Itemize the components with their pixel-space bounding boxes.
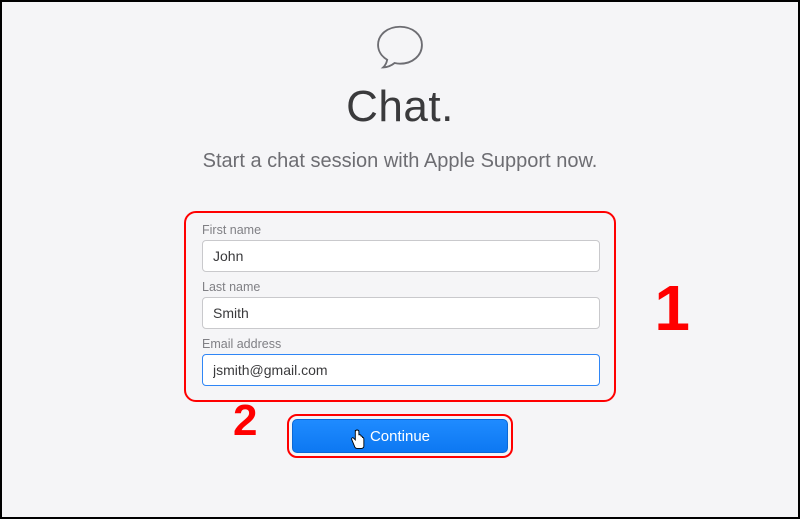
annotation-step-2: 2 — [233, 396, 257, 446]
email-field-group: Email address — [202, 337, 598, 386]
first-name-field-group: First name — [202, 223, 598, 272]
chat-bubble-icon — [371, 18, 429, 76]
email-input[interactable] — [202, 354, 600, 386]
chat-start-page: Chat. Start a chat session with Apple Su… — [2, 2, 798, 458]
last-name-label: Last name — [202, 280, 598, 294]
first-name-input[interactable] — [202, 240, 600, 272]
contact-form: 1 First name Last name Email address — [184, 211, 616, 402]
continue-button-label: Continue — [370, 428, 430, 445]
continue-button[interactable]: Continue — [292, 419, 508, 453]
continue-button-highlight: Continue — [287, 414, 513, 458]
first-name-label: First name — [202, 223, 598, 237]
last-name-field-group: Last name — [202, 280, 598, 329]
page-title: Chat. — [346, 82, 454, 132]
last-name-input[interactable] — [202, 297, 600, 329]
annotation-step-1: 1 — [654, 271, 690, 345]
page-subtitle: Start a chat session with Apple Support … — [203, 150, 598, 173]
email-label: Email address — [202, 337, 598, 351]
actions-row: 2 Continue — [287, 414, 513, 458]
